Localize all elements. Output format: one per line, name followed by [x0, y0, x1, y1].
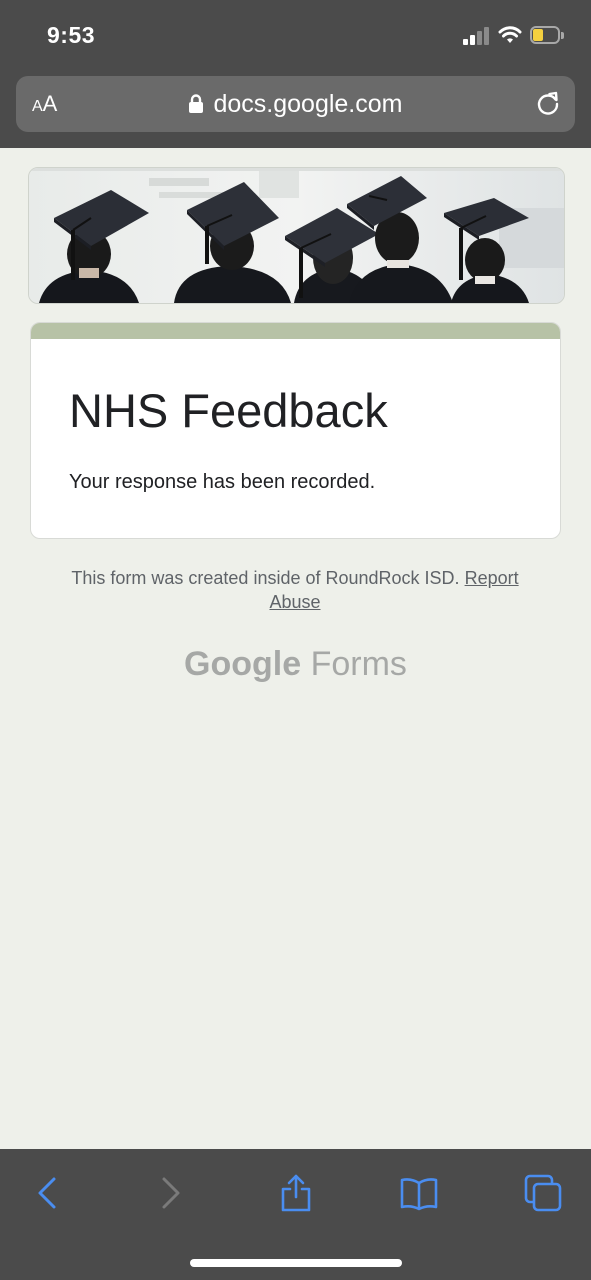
back-icon[interactable] [28, 1173, 68, 1213]
url-text: docs.google.com [213, 89, 403, 118]
footer-note-text: This form was created inside of RoundRoc… [71, 568, 460, 588]
status-bar: 9:53 [0, 0, 591, 72]
response-card: NHS Feedback Your response has been reco… [30, 322, 561, 539]
google-forms-logo[interactable]: Google Forms [0, 645, 591, 684]
form-title: NHS Feedback [69, 384, 388, 437]
brand-google-text: Google [184, 645, 302, 683]
confirmation-message: Your response has been recorded. [69, 471, 376, 493]
wifi-icon [498, 26, 522, 43]
brand-product-text: Forms [310, 645, 407, 683]
share-icon[interactable] [276, 1173, 316, 1213]
forward-icon[interactable] [150, 1173, 190, 1213]
card-accent-bar [31, 323, 560, 339]
lock-icon [189, 94, 204, 113]
home-indicator[interactable] [190, 1259, 402, 1267]
bookmarks-icon[interactable] [399, 1173, 439, 1213]
battery-icon [530, 26, 564, 46]
address-bar[interactable]: AA docs.google.com [16, 76, 575, 132]
url-display[interactable]: docs.google.com [16, 76, 575, 132]
status-time: 9:53 [47, 22, 96, 48]
tabs-icon[interactable] [523, 1173, 563, 1213]
reload-icon[interactable] [535, 91, 561, 117]
cellular-signal-icon [463, 27, 491, 45]
browser-bottom-toolbar [0, 1149, 591, 1280]
footer-note: This form was created inside of RoundRoc… [50, 566, 540, 614]
browser-address-area: AA docs.google.com [0, 72, 591, 148]
form-header-image [28, 167, 565, 304]
